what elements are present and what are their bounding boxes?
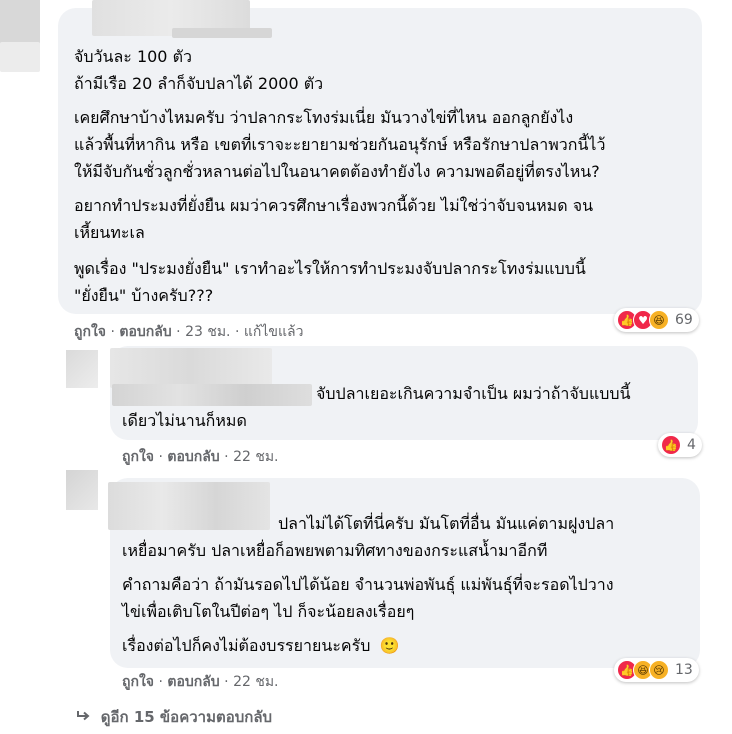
timestamp[interactable]: 23 ชม. [185,324,230,340]
reaction-summary[interactable]: 👍 4 [658,433,702,457]
more-replies-label: ดูอีก 15 ข้อความตอบกลับ [100,708,273,726]
comment-text: แล้วพื้นที่หากิน หรือ เขตที่เราจะะยายามช… [74,135,606,154]
edited-label: แก้ไขแล้ว [243,324,304,340]
avatar-blur [0,42,40,72]
reply-button[interactable]: ตอบกลับ [167,449,219,465]
comment-text-span: เรื่องต่อไปก็คงไม่ต้องบรรยายนะครับ [122,636,371,655]
avatar[interactable] [0,0,40,44]
comment-text: อยากทำประมงที่ยั่งยืน ผมว่าควรศึกษาเรื่อ… [74,196,594,215]
comment-text: จับปลาเยอะเกินความจำเป็น ผมว่าถ้าจับแบบน… [316,384,631,403]
like-button[interactable]: ถูกใจ [74,324,106,340]
reply-button[interactable]: ตอบกลับ [167,674,219,690]
comment-text: ปลาไม่ได้โตที่นี่ครับ มันโตที่อื่น มันแค… [278,514,615,533]
comment-text: เรื่องต่อไปก็คงไม่ต้องบรรยายนะครับ 🙂 [122,635,399,657]
reaction-summary[interactable]: 👍 ♥ 😆 69 [614,308,699,332]
username-blur[interactable] [108,482,270,530]
avatar[interactable] [66,470,98,510]
comment-text: "ยั่งยืน" บ้างครับ??? [74,286,214,305]
comment-text: เหยื่อมาครับ ปลาเหยื่อก็อพยพตามทิศทางของ… [122,541,548,560]
reaction-count: 4 [687,437,696,453]
reply-arrow-icon [76,708,90,726]
timestamp[interactable]: 22 ชม. [233,674,278,690]
comment-text: พูดเรื่อง "ประมงยั่งยืน" เราทำอะไรให้การ… [74,259,586,278]
comment-text: ไข่เพื่อเติบโตในปีต่อๆ ไป ก็จะน้อยลงเรื่… [122,602,415,621]
username-blur[interactable] [110,348,272,388]
reaction-count: 13 [675,662,693,678]
comment-text: เคยศึกษาบ้างไหมครับ ว่าปลากระโทงร่มเนี่ย… [74,108,574,127]
reaction-summary[interactable]: 👍 😆 😢 13 [614,658,699,682]
comment-actions: ถูกใจ · ตอบกลับ · 22 ชม. [122,674,279,690]
comment-text: จับวันละ 100 ตัว [74,47,192,66]
comment-text: คำถามคือว่า ถ้ามันรอดไปได้น้อย จำนวนพ่อพ… [122,575,614,594]
username-blur[interactable] [172,28,272,38]
username-blur[interactable] [112,384,312,406]
like-button[interactable]: ถูกใจ [122,449,154,465]
timestamp[interactable]: 22 ชม. [233,449,278,465]
comment-text: เหี้ยนทะเล [74,223,145,242]
reaction-count: 69 [675,312,693,328]
like-reaction-icon: 👍 [661,435,681,455]
like-button[interactable]: ถูกใจ [122,674,154,690]
comment-text: ถ้ามีเรือ 20 ลำก็จับปลาได้ 2000 ตัว [74,74,324,93]
comment-actions: ถูกใจ · ตอบกลับ · 23 ชม. · แก้ไขแล้ว [74,324,304,340]
haha-reaction-icon: 😆 [649,310,669,330]
sad-reaction-icon: 😢 [649,660,669,680]
reply-button[interactable]: ตอบกลับ [119,324,171,340]
comment-actions: ถูกใจ · ตอบกลับ · 22 ชม. [122,449,279,465]
smile-icon: 🙂 [379,636,400,655]
avatar[interactable] [66,350,98,388]
comment-text: ให้มีจับกันชั่วลูกชั่วหลานต่อไปในอนาคตต้… [74,162,600,181]
comment-text: เดียวไม่นานก็หมด [122,411,247,430]
more-replies-link[interactable]: ดูอีก 15 ข้อความตอบกลับ [76,705,272,729]
